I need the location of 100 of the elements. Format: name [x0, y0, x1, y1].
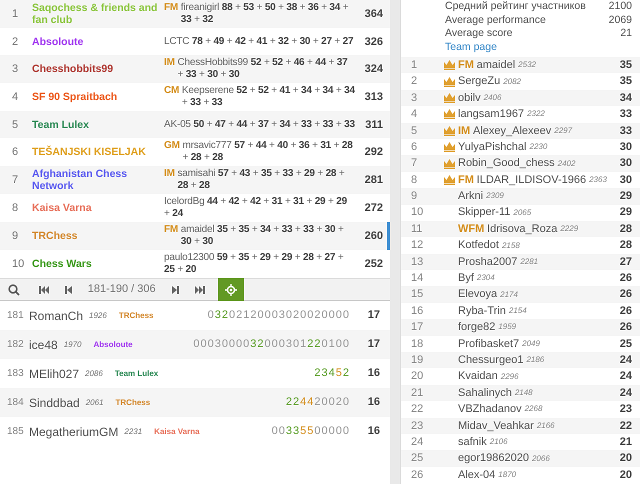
rank-number: 1 — [411, 58, 418, 73]
player-name[interactable]: Chessurgeo1 — [458, 352, 524, 368]
player-rating: 2322 — [527, 108, 545, 120]
target-button[interactable] — [218, 278, 244, 301]
team-row[interactable]: 7 Afghanistan Chess Network IM samisahi 57 + 43 + 35 + 33 + 29 + 28 + 28 + 28 281 — [0, 166, 390, 194]
team-row[interactable]: 5 Team Lulex AK-05 50 + 47 + 44 + 37 + 34 + 33 + 33 + 33 311 — [0, 111, 390, 138]
player-title: FM — [164, 224, 178, 237]
team-name: TEŠANJSKI KISELJAK — [32, 146, 147, 158]
player-rating: 2082 — [503, 76, 521, 88]
rank-number: 6 — [411, 140, 418, 155]
leader-scores: Keepserene 52 + 52 + 41 + 34 + 34 + 34 + 33 + 33 — [182, 85, 355, 109]
player-rating: 1970 — [64, 338, 82, 350]
player-title: FM — [458, 58, 474, 73]
player-rating: 2186 — [526, 354, 544, 366]
player-name[interactable]: MElih027 — [29, 364, 80, 382]
player-rating: 2154 — [508, 305, 527, 318]
player-name[interactable]: obilv — [458, 90, 481, 106]
player-name[interactable]: RomanCh — [29, 306, 84, 324]
page-range: 181-190 / 306 — [86, 282, 157, 298]
player-name[interactable]: safnik — [458, 434, 487, 450]
player-name[interactable]: Elevoya — [458, 286, 498, 303]
team-name: Chesshobbits99 — [32, 63, 114, 75]
team-row[interactable]: 9 TRChess FM amaidel 35 + 35 + 34 + 33 + 33 + 30 + 30 + 30 260 — [0, 222, 390, 250]
player-name[interactable]: egor19862020 — [458, 450, 529, 467]
player-score: 21 — [620, 434, 632, 450]
player-score: 30 — [620, 156, 632, 172]
team-total: 281 — [364, 174, 384, 186]
player-name[interactable]: Midav_Veahkar — [458, 418, 534, 434]
player-title: FM — [164, 2, 178, 15]
rank-number: 6 — [11, 146, 20, 158]
rank-number: 18 — [411, 336, 424, 352]
player-rating: 2158 — [502, 240, 520, 252]
player-name[interactable]: amaidel — [476, 56, 516, 74]
player-score: 26 — [620, 287, 632, 302]
player-rating: 2297 — [554, 124, 572, 137]
team-name: SF 90 Spraitbach — [32, 91, 118, 103]
player-rating: 2296 — [500, 370, 519, 383]
team-row[interactable]: 6 TEŠANJSKI KISELJAK GM mrsavic777 57 + 44 + 40 + 36 + 31 + 28 + 28 + 28 292 — [0, 138, 390, 166]
player-rating: 2065 — [513, 206, 532, 219]
player-name[interactable]: SergeZu — [458, 73, 500, 90]
team-row[interactable]: 10 Chess Wars paulo12300 59 + 35 + 29 + 29 + 28 + 27 + 25 + 20 252 — [0, 250, 390, 278]
player-total: 17 — [366, 337, 380, 352]
player-name[interactable]: Profibasket7 — [458, 336, 520, 352]
player-rating: 1959 — [498, 321, 516, 334]
team-total: 326 — [364, 36, 384, 48]
team-row[interactable]: 3 Chesshobbits99 IM ChessHobbits99 52 + 52 + 46 + 44 + 37 + 33 + 30 + 30 324 — [0, 55, 390, 83]
score-sheet: 03202120003020020000 — [208, 308, 350, 324]
player-name[interactable]: ice48 — [29, 336, 58, 354]
player-title: FM — [458, 172, 474, 188]
team-row[interactable]: 1 Saqochess & friends and fan club FM fireanigirl 88 + 53 + 50 + 38 + 36 + 34 + 33 + 32 364 — [0, 0, 390, 28]
rank-number: 14 — [411, 271, 424, 286]
player-name[interactable]: Arkni — [458, 188, 484, 205]
player-name[interactable]: VBZhadanov — [458, 401, 522, 418]
player-name[interactable]: Idrisova_Roza — [487, 220, 558, 238]
player-rating: 2106 — [490, 436, 508, 448]
player-name[interactable]: ILDAR_ILDISOV-1966 — [476, 172, 586, 188]
player-rating: 2174 — [500, 288, 518, 301]
player-rating: 1926 — [89, 310, 107, 322]
player-name[interactable]: MegatheriumGM — [29, 422, 118, 440]
player-name[interactable]: Kvaidan — [458, 368, 498, 385]
rank-number: 7 — [11, 174, 20, 186]
team-row[interactable]: 8 Kaisa Varna IcelordBg 44 + 42 + 42 + 31 + 31 + 29 + 29 + 24 272 — [0, 194, 390, 222]
stat-value: 2069 — [608, 14, 632, 27]
player-score: 20 — [620, 451, 632, 466]
player-score: 26 — [620, 320, 632, 336]
player-name[interactable]: Robin_Good_chess — [458, 155, 555, 172]
player-total: 16 — [366, 366, 380, 382]
player-name[interactable]: forge82 — [458, 319, 496, 336]
team-total: 313 — [364, 91, 384, 103]
player-score: 23 — [620, 402, 632, 418]
player-name[interactable]: Skipper-11 — [458, 204, 510, 221]
player-name[interactable]: Byf — [458, 270, 474, 287]
player-name[interactable]: Alexey_Alexeev — [472, 122, 552, 140]
player-rating: 2309 — [486, 190, 504, 202]
player-name[interactable]: Kotfedot — [458, 237, 499, 254]
leader-scores: paulo12300 59 + 35 + 29 + 29 + 28 + 27 + 25 + 20 — [164, 252, 344, 276]
rank-number: 1 — [11, 8, 20, 20]
rank-number: 21 — [411, 386, 424, 401]
rank-number: 182 — [7, 338, 25, 352]
player-name[interactable]: Prosha2007 — [458, 254, 518, 270]
player-score: 35 — [620, 58, 632, 73]
player-name[interactable]: YulyaPishchal — [458, 138, 526, 156]
player-rating: 2363 — [589, 174, 607, 186]
player-score: 25 — [620, 336, 632, 352]
player-name[interactable]: Sahalinych — [458, 384, 512, 402]
rank-number: 181 — [7, 309, 25, 323]
player-name[interactable]: Ryba-Trin — [458, 302, 506, 320]
team-row[interactable]: 4 SF 90 Spraitbach CM Keepserene 52 + 52 + 41 + 34 + 34 + 34 + 33 + 33 313 — [0, 83, 390, 111]
team-page-link[interactable]: Team page — [445, 40, 497, 52]
team-name: Chess Wars — [32, 258, 93, 270]
stat-value: 21 — [620, 27, 632, 40]
team-row[interactable]: 2 Absoloute LCTC 78 + 49 + 42 + 41 + 32 + 30 + 27 + 27 326 — [0, 28, 390, 55]
player-score: 24 — [620, 386, 632, 401]
player-title: IM — [458, 124, 470, 139]
player-name[interactable]: Sinddbad — [29, 394, 80, 412]
rank-number: 12 — [411, 238, 424, 254]
player-name[interactable]: langsam1967 — [458, 106, 524, 123]
team-name: Kaisa Varna — [154, 426, 200, 438]
leader-scores: AK-05 50 + 47 + 44 + 37 + 34 + 33 + 33 + 33 — [164, 118, 355, 130]
player-name[interactable]: Alex-04 — [458, 466, 496, 484]
